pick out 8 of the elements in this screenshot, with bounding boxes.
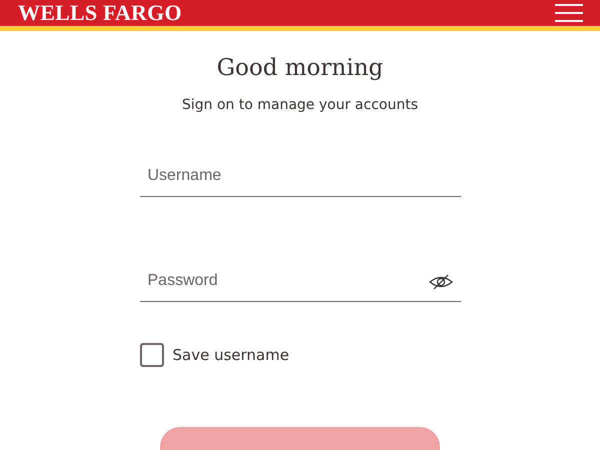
username-field[interactable]: Username xyxy=(140,155,460,197)
password-field[interactable]: Password xyxy=(140,260,460,302)
greeting-heading: Good morning xyxy=(216,55,384,81)
save-username-checkbox[interactable] xyxy=(140,343,164,367)
checkbox-label[interactable]: Save username xyxy=(172,346,290,364)
subtitle: Sign on to manage your accounts xyxy=(182,97,418,113)
hidden-eye-icon[interactable] xyxy=(428,274,452,290)
menu-icon[interactable] xyxy=(555,4,583,22)
